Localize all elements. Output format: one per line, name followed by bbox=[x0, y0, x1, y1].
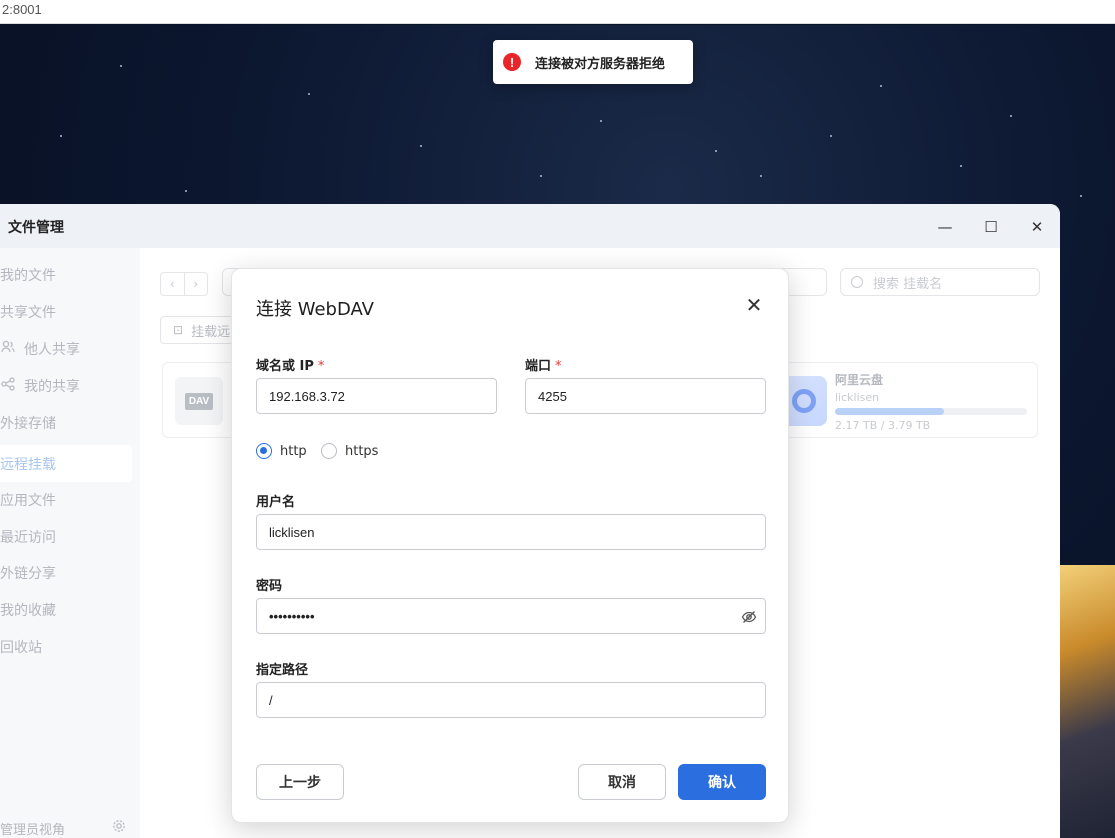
close-icon[interactable]: ✕ bbox=[742, 293, 766, 317]
sidebar-item-remote-mount[interactable]: 远程挂载 bbox=[0, 445, 132, 482]
aliyun-drive-name: 阿里云盘 bbox=[835, 373, 884, 387]
close-window-button[interactable]: ✕ bbox=[1024, 214, 1050, 240]
eye-off-icon[interactable] bbox=[741, 609, 757, 625]
sidebar: 我的文件 共享文件 他人共享 我的共享 外接存储 远程挂载 应用文件 最近访问 … bbox=[0, 248, 140, 838]
webdav-mount-icon[interactable]: DAV bbox=[175, 377, 223, 425]
sidebar-item-external-links[interactable]: 外链分享 bbox=[0, 554, 132, 591]
radio-http[interactable]: http bbox=[256, 443, 307, 459]
maximize-button[interactable]: ☐ bbox=[978, 214, 1004, 240]
sidebar-item-external-storage[interactable]: 外接存储 bbox=[0, 404, 132, 441]
sidebar-item-favorites[interactable]: 我的收藏 bbox=[0, 591, 132, 628]
password-label: 密码 bbox=[256, 579, 283, 594]
share-icon bbox=[0, 376, 16, 395]
admin-view-toggle[interactable]: 管理员视角 bbox=[0, 818, 140, 838]
browser-address-bar[interactable]: 2:8001 bbox=[0, 0, 1115, 24]
sidebar-item-recycle-bin[interactable]: 回收站 bbox=[0, 628, 132, 665]
path-field[interactable]: / bbox=[256, 682, 766, 718]
sidebar-item-shared-files[interactable]: 共享文件 bbox=[0, 293, 132, 330]
host-label: 域名或 IP * bbox=[256, 359, 325, 374]
search-icon bbox=[851, 276, 863, 288]
dialog-title: 连接 WebDAV bbox=[256, 299, 374, 320]
sidebar-item-recent[interactable]: 最近访问 bbox=[0, 518, 132, 555]
aliyun-usage-fill bbox=[835, 408, 945, 415]
username-field[interactable]: licklisen bbox=[256, 514, 766, 550]
sidebar-item-my-shares[interactable]: 我的共享 bbox=[0, 367, 132, 404]
minimize-button[interactable]: — bbox=[932, 214, 958, 240]
host-field[interactable]: 192.168.3.72 bbox=[256, 378, 497, 414]
cancel-button[interactable]: 取消 bbox=[578, 764, 666, 800]
aliyun-usage-bar bbox=[835, 408, 1027, 415]
gear-icon[interactable] bbox=[112, 819, 126, 837]
aliyun-drive-user: licklisen bbox=[835, 391, 880, 404]
back-arrow-icon[interactable]: ‹ bbox=[161, 273, 185, 295]
webdav-dialog: 连接 WebDAV ✕ 域名或 IP * 192.168.3.72 端口 * 425… bbox=[231, 268, 789, 823]
forward-arrow-icon[interactable]: › bbox=[185, 273, 208, 295]
username-label: 用户名 bbox=[256, 495, 296, 510]
password-field[interactable]: •••••••••• bbox=[256, 598, 766, 634]
sidebar-item-app-files[interactable]: 应用文件 bbox=[0, 481, 132, 518]
history-nav: ‹ › bbox=[160, 272, 208, 296]
window-title: 文件管理 bbox=[8, 220, 64, 236]
search-input[interactable]: 搜索 挂载名 bbox=[840, 268, 1040, 296]
sidebar-item-others-shared[interactable]: 他人共享 bbox=[0, 330, 132, 367]
confirm-button[interactable]: 确认 bbox=[678, 764, 766, 800]
toast-message: 连接被对方服务器拒绝 bbox=[535, 56, 666, 72]
port-label: 端口 * bbox=[525, 359, 562, 374]
back-button[interactable]: 上一步 bbox=[256, 764, 344, 800]
error-icon: ! bbox=[503, 53, 521, 71]
mount-button[interactable]: ⊡ 挂载远 bbox=[160, 316, 240, 344]
port-field[interactable]: 4255 bbox=[525, 378, 766, 414]
mount-icon: ⊡ bbox=[173, 323, 184, 337]
window-titlebar[interactable]: 文件管理 — ☐ ✕ bbox=[0, 204, 1060, 248]
radio-https-dot[interactable] bbox=[321, 443, 337, 459]
path-label: 指定路径 bbox=[256, 663, 309, 678]
users-icon bbox=[0, 340, 16, 358]
radio-https[interactable]: https bbox=[321, 443, 378, 459]
sidebar-item-my-files[interactable]: 我的文件 bbox=[0, 256, 132, 293]
mountain-scenery bbox=[1055, 565, 1115, 838]
error-toast: ! 连接被对方服务器拒绝 bbox=[493, 40, 693, 84]
aliyun-usage-text: 2.17 TB / 3.79 TB bbox=[835, 419, 931, 432]
radio-http-dot[interactable] bbox=[256, 443, 272, 459]
address-text: 2:8001 bbox=[2, 2, 42, 17]
